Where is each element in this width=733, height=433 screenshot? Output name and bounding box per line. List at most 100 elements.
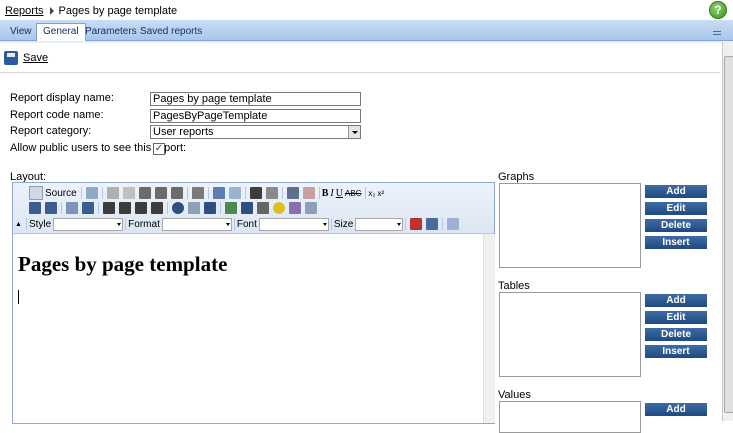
graphs-delete-button[interactable]: Delete	[645, 219, 707, 232]
tables-edit-button[interactable]: Edit	[645, 311, 707, 324]
undo-icon[interactable]	[212, 187, 225, 199]
align-left-icon[interactable]	[103, 202, 115, 214]
content-heading: Pages by page template	[18, 252, 228, 276]
collapse-toolbar-icon[interactable]: ▲	[15, 221, 22, 228]
breadcrumb-arrow-icon	[49, 7, 54, 16]
toolbar-row-1: Source B I U ABC x₂ x²	[27, 185, 386, 200]
values-label: Values	[498, 389, 531, 401]
paste-word-icon[interactable]	[170, 187, 183, 199]
layout-editor: Source B I U ABC x₂ x² ▲ Style Format Font Size Pa…	[12, 182, 495, 424]
underline-icon[interactable]: U	[336, 188, 343, 199]
graphs-label: Graphs	[498, 171, 535, 183]
image-icon[interactable]	[225, 202, 237, 214]
subscript-icon[interactable]: x₂	[368, 189, 375, 198]
text-caret	[18, 290, 19, 304]
horizontal-rule-icon[interactable]	[257, 202, 269, 214]
replace-icon[interactable]	[265, 187, 278, 199]
format-label: Format	[128, 218, 160, 230]
align-right-icon[interactable]	[135, 202, 147, 214]
graphs-add-button[interactable]: Add	[645, 185, 707, 198]
tables-insert-button[interactable]: Insert	[645, 345, 707, 358]
page-scrollbar[interactable]	[722, 42, 733, 421]
bold-icon[interactable]: B	[322, 188, 329, 199]
style-label: Style	[28, 218, 52, 230]
tab-bar: View General Parameters Saved reports	[0, 20, 733, 42]
save-icon[interactable]	[4, 51, 18, 65]
format-combo[interactable]	[161, 217, 232, 231]
display-name-input[interactable]: Pages by page template	[150, 92, 361, 106]
superscript-icon[interactable]: x²	[378, 189, 385, 198]
bulleted-list-icon[interactable]	[45, 202, 57, 214]
background-color-icon[interactable]	[426, 218, 439, 230]
justify-icon[interactable]	[151, 202, 163, 214]
strikethrough-icon[interactable]: ABC	[345, 189, 361, 198]
breadcrumb-reports-link[interactable]: Reports	[5, 5, 44, 17]
editor-content[interactable]: Pages by page template	[13, 234, 482, 423]
tab-saved-reports[interactable]: Saved reports	[140, 24, 202, 40]
select-all-icon[interactable]	[286, 187, 299, 199]
breadcrumb: Reports Pages by page template	[5, 3, 177, 19]
tables-list[interactable]	[499, 292, 641, 377]
font-combo[interactable]	[258, 217, 329, 231]
copy-icon[interactable]	[122, 187, 135, 199]
paste-icon[interactable]	[138, 187, 151, 199]
tab-general[interactable]: General	[36, 23, 86, 42]
category-select[interactable]: User reports	[150, 125, 361, 139]
redo-icon[interactable]	[228, 187, 241, 199]
tab-underline	[0, 41, 733, 43]
toolbar-row-2	[27, 201, 319, 216]
tab-parameters[interactable]: Parameters	[85, 24, 137, 40]
page-scrollbar-thumb[interactable]	[724, 56, 733, 413]
indent-icon[interactable]	[82, 202, 94, 214]
style-combo[interactable]	[53, 217, 124, 231]
align-center-icon[interactable]	[119, 202, 131, 214]
anchor-icon[interactable]	[204, 202, 216, 214]
toolbar-row-3: ▲ Style Format Font Size	[15, 217, 461, 232]
graphs-edit-button[interactable]: Edit	[645, 202, 707, 215]
special-char-icon[interactable]	[289, 202, 301, 214]
smiley-icon[interactable]	[273, 202, 285, 214]
source-icon[interactable]	[29, 186, 43, 200]
cut-icon[interactable]	[106, 187, 119, 199]
help-icon[interactable]: ?	[709, 1, 727, 19]
outdent-icon[interactable]	[66, 202, 78, 214]
numbered-list-icon[interactable]	[29, 202, 41, 214]
source-button[interactable]: Source	[45, 188, 77, 199]
preview-icon[interactable]	[85, 187, 98, 199]
code-name-label: Report code name:	[10, 109, 104, 121]
print-icon[interactable]	[191, 187, 204, 199]
link-icon[interactable]	[172, 202, 184, 214]
values-add-button[interactable]: Add	[645, 403, 707, 416]
tables-label: Tables	[498, 280, 530, 292]
tables-add-button[interactable]: Add	[645, 294, 707, 307]
category-select-value: User reports	[153, 126, 214, 138]
code-name-input[interactable]: PagesByPageTemplate	[150, 109, 361, 123]
maximize-icon[interactable]	[447, 218, 460, 230]
remove-format-icon[interactable]	[302, 187, 315, 199]
graphs-list[interactable]	[499, 183, 641, 268]
tables-delete-button[interactable]: Delete	[645, 328, 707, 341]
editor-toolbar: Source B I U ABC x₂ x² ▲ Style Format Font Size	[13, 183, 494, 234]
divider	[0, 72, 720, 73]
size-combo[interactable]	[355, 217, 404, 231]
public-users-checkbox[interactable]: ✓	[153, 143, 165, 155]
values-list[interactable]	[499, 401, 641, 433]
text-color-icon[interactable]	[410, 218, 423, 230]
editor-scrollbar[interactable]	[483, 234, 495, 423]
page-break-icon[interactable]	[305, 202, 317, 214]
size-label: Size	[333, 218, 354, 230]
display-name-label: Report display name:	[10, 92, 114, 104]
tab-view[interactable]: View	[10, 24, 32, 40]
unlink-icon[interactable]	[188, 202, 200, 214]
find-icon[interactable]	[249, 187, 262, 199]
collapse-icon[interactable]	[713, 31, 721, 35]
category-label: Report category:	[10, 125, 92, 137]
flash-icon[interactable]	[241, 202, 253, 214]
breadcrumb-current: Pages by page template	[58, 5, 178, 17]
chevron-down-icon[interactable]	[348, 126, 360, 138]
save-button[interactable]: Save	[23, 52, 48, 64]
paste-text-icon[interactable]	[154, 187, 167, 199]
font-label: Font	[236, 218, 257, 230]
italic-icon[interactable]: I	[330, 188, 333, 199]
graphs-insert-button[interactable]: Insert	[645, 236, 707, 249]
